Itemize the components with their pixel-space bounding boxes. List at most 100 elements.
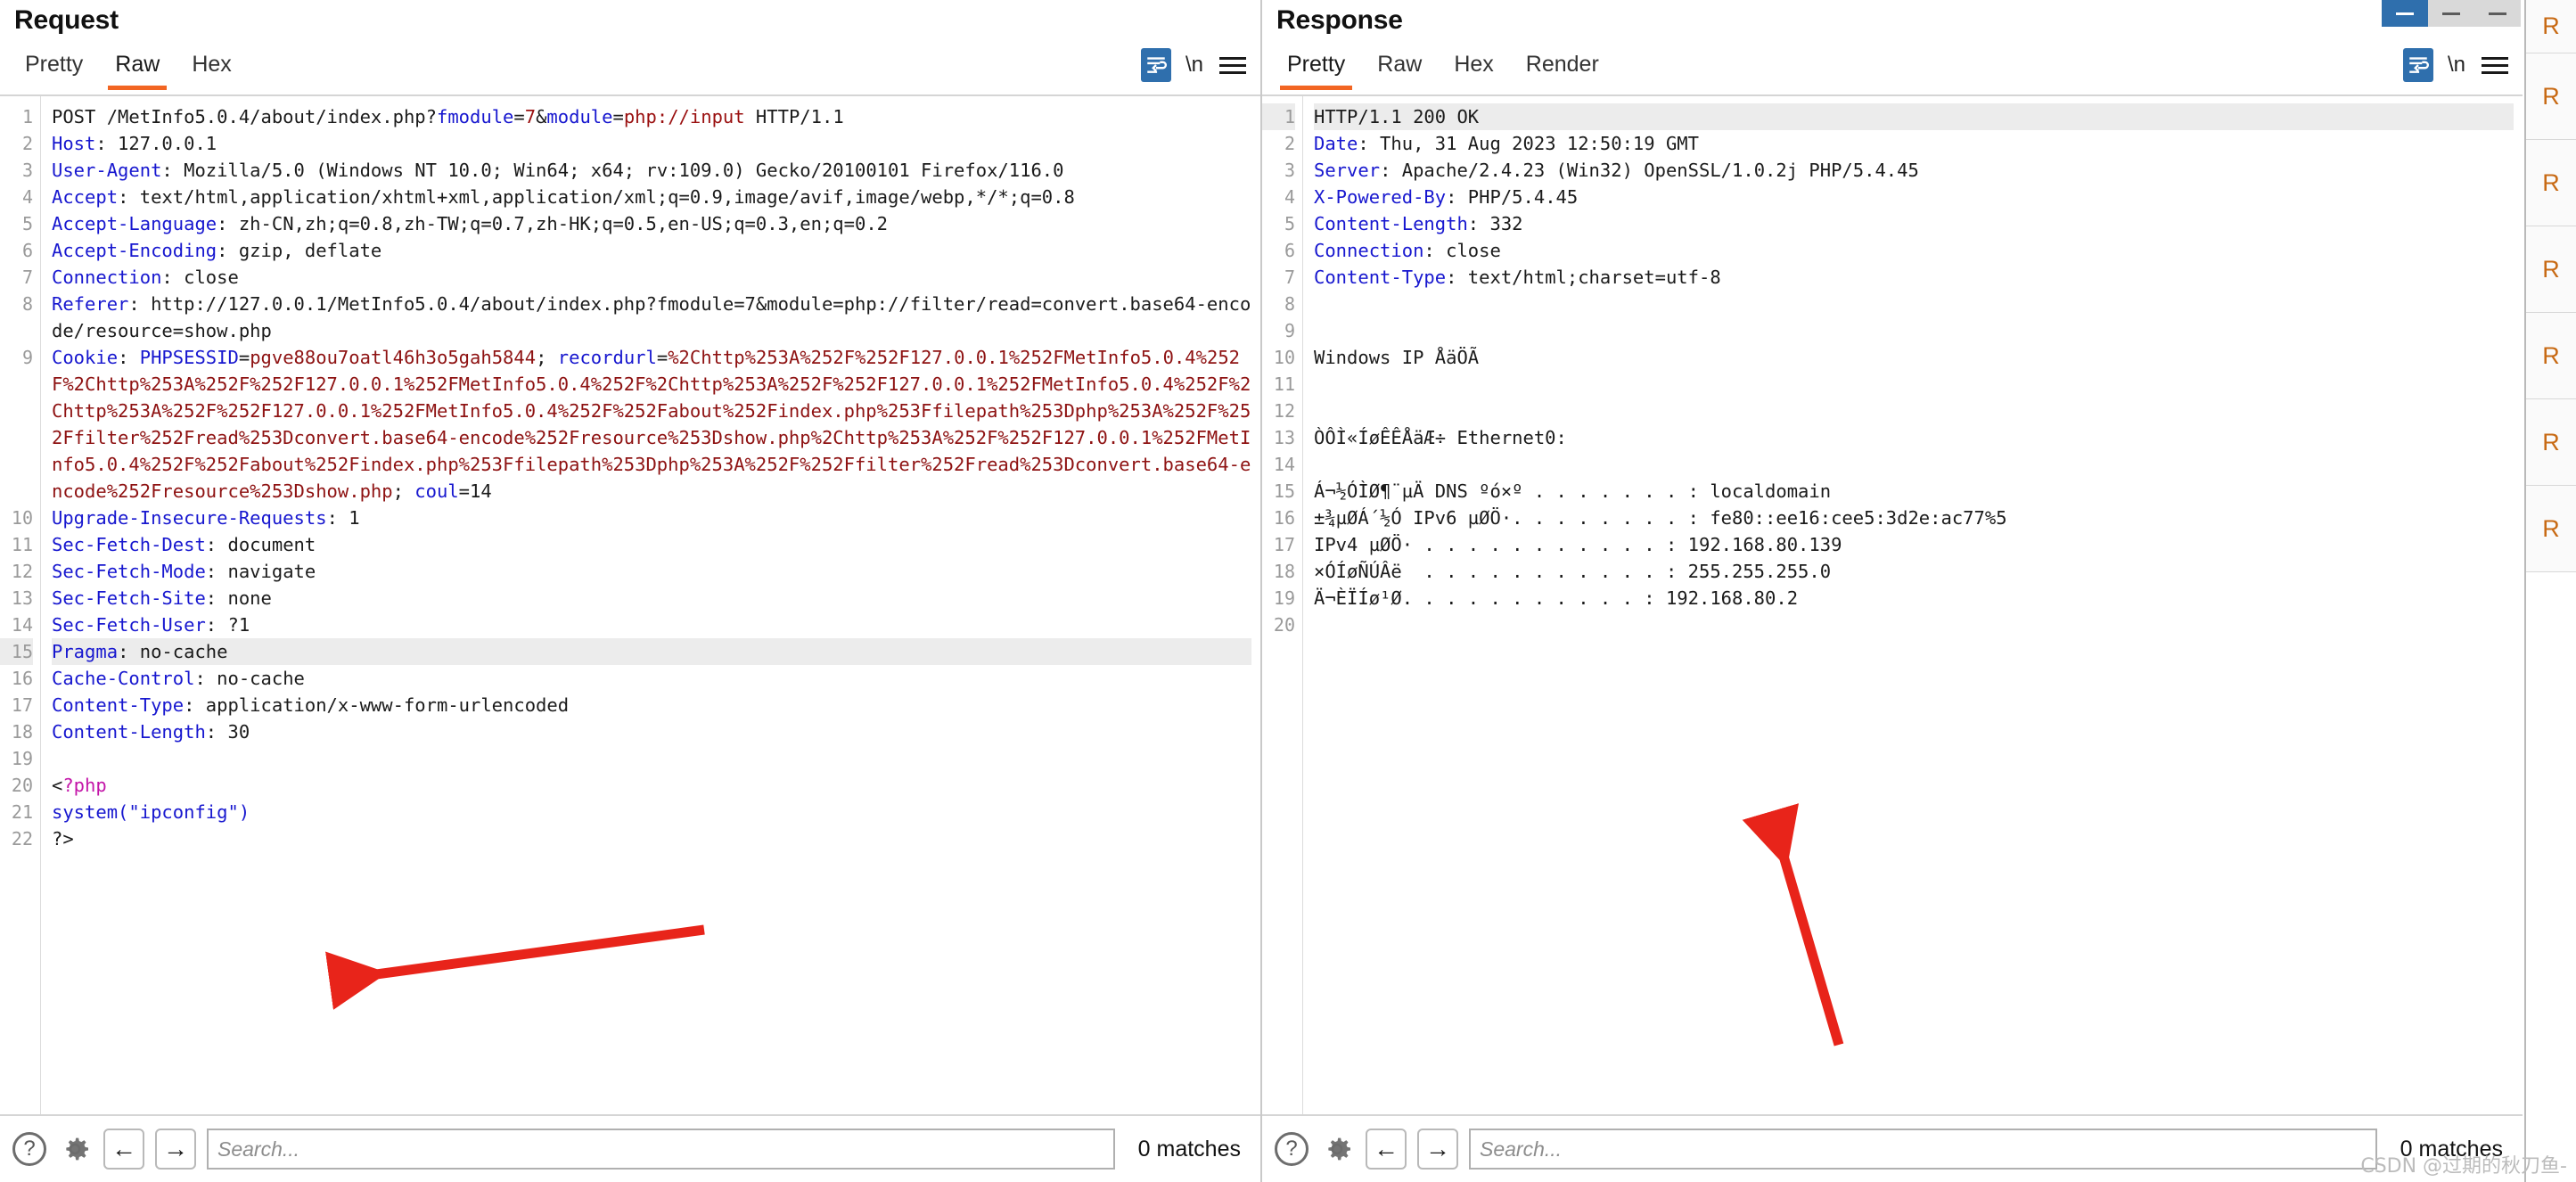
line-number: 20 bbox=[1273, 614, 1295, 636]
line-number: 14 bbox=[1273, 454, 1295, 475]
code-line: Windows IP ÅäÖÃ bbox=[1314, 347, 1480, 368]
search-prev-button[interactable]: ← bbox=[1366, 1129, 1407, 1170]
code-line: POST /MetInfo5.0.4/about/index.php?fmodu… bbox=[52, 106, 844, 127]
response-tab-render[interactable]: Render bbox=[1510, 46, 1615, 90]
line-number: 7 bbox=[21, 267, 33, 288]
hamburger-menu-icon[interactable] bbox=[2480, 48, 2510, 82]
response-tab-raw[interactable]: Raw bbox=[1361, 46, 1438, 90]
newline-toggle[interactable]: \n bbox=[1185, 53, 1203, 78]
newline-toggle[interactable]: \n bbox=[2448, 53, 2465, 78]
code-line: User-Agent: Mozilla/5.0 (Windows NT 10.0… bbox=[52, 160, 1064, 181]
code-line: Accept-Encoding: gzip, deflate bbox=[52, 240, 382, 261]
word-wrap-icon[interactable] bbox=[2402, 48, 2433, 82]
line-number: 22 bbox=[11, 828, 33, 850]
line-number: 10 bbox=[1273, 347, 1295, 368]
response-search-input[interactable] bbox=[1469, 1129, 2377, 1170]
code-line: <?php bbox=[52, 775, 107, 796]
code-line: Server: Apache/2.4.23 (Win32) OpenSSL/1.… bbox=[1314, 160, 1919, 181]
rail-item-5[interactable]: R bbox=[2526, 399, 2576, 486]
line-number: 3 bbox=[1284, 160, 1295, 181]
window-minimize-button[interactable] bbox=[2428, 0, 2474, 27]
line-number: 18 bbox=[11, 721, 33, 743]
line-number: 7 bbox=[1284, 267, 1295, 288]
request-code-area[interactable]: 1 2 3 4 5 6 7 8 9 10 11 12 13 14 15 16 17 18 19 20 21 22 POST… bbox=[0, 96, 1260, 1114]
line-number: 5 bbox=[1284, 213, 1295, 234]
request-toolbar: \n bbox=[1140, 48, 1248, 82]
response-tab-pretty[interactable]: Pretty bbox=[1271, 46, 1361, 90]
watermark: CSDN @过期的秋刀鱼- bbox=[2360, 1155, 2567, 1178]
code-line: Sec-Fetch-Dest: document bbox=[52, 534, 316, 555]
line-number: 16 bbox=[11, 668, 33, 689]
rail-item-6[interactable]: R bbox=[2526, 486, 2576, 572]
line-number: 4 bbox=[1284, 186, 1295, 208]
request-code[interactable]: POST /MetInfo5.0.4/about/index.php?fmodu… bbox=[41, 96, 1260, 1114]
code-line: Ä¬ÈÏÍø¹Ø. . . . . . . . . . . : 192.168.… bbox=[1314, 587, 1799, 609]
code-line: Accept: text/html,application/xhtml+xml,… bbox=[52, 186, 1075, 208]
help-icon[interactable]: ? bbox=[1275, 1132, 1309, 1166]
code-line: X-Powered-By: PHP/5.4.45 bbox=[1314, 186, 1579, 208]
word-wrap-icon[interactable] bbox=[1140, 48, 1171, 82]
line-number: 19 bbox=[11, 748, 33, 769]
code-line: ?> bbox=[52, 828, 74, 850]
line-number: 5 bbox=[21, 213, 33, 234]
line-number: 17 bbox=[1273, 534, 1295, 555]
code-line: Pragma: no-cache bbox=[52, 638, 1251, 665]
line-number: 1 bbox=[1262, 103, 1295, 130]
line-number: 14 bbox=[11, 614, 33, 636]
line-number: 12 bbox=[1273, 400, 1295, 422]
request-tab-hex[interactable]: Hex bbox=[176, 46, 247, 90]
search-next-button[interactable]: → bbox=[155, 1129, 196, 1170]
rail-item-1[interactable]: R bbox=[2526, 53, 2576, 140]
line-number: 13 bbox=[1273, 427, 1295, 448]
line-number: 19 bbox=[1273, 587, 1295, 609]
hamburger-menu-icon[interactable] bbox=[1218, 48, 1248, 82]
code-line: Content-Length: 332 bbox=[1314, 213, 1523, 234]
code-line: IPv4 µØÖ· . . . . . . . . . . . : 192.16… bbox=[1314, 534, 1842, 555]
rail-item-3[interactable]: R bbox=[2526, 226, 2576, 313]
request-tab-pretty[interactable]: Pretty bbox=[9, 46, 99, 90]
line-number: 6 bbox=[1284, 240, 1295, 261]
line-number: 6 bbox=[21, 240, 33, 261]
rail-item-0[interactable]: R bbox=[2526, 0, 2576, 53]
search-prev-button[interactable]: ← bbox=[103, 1129, 144, 1170]
code-line: system("ipconfig") bbox=[52, 801, 250, 823]
code-line: Date: Thu, 31 Aug 2023 12:50:19 GMT bbox=[1314, 133, 1699, 154]
response-line-numbers: 1 2 3 4 5 6 7 8 9 10 11 12 13 14 15 16 17 18 19 20 bbox=[1262, 96, 1303, 1114]
request-tabbar: Pretty Raw Hex \n bbox=[0, 46, 1260, 96]
request-search-input[interactable] bbox=[207, 1129, 1115, 1170]
line-number: 2 bbox=[21, 133, 33, 154]
line-number: 15 bbox=[1273, 480, 1295, 502]
code-line: HTTP/1.1 200 OK bbox=[1314, 103, 2514, 130]
settings-gear-icon[interactable] bbox=[57, 1131, 93, 1167]
search-next-button[interactable]: → bbox=[1417, 1129, 1458, 1170]
request-panel: Request Pretty Raw Hex \n 1 2 3 4 5 6 7 … bbox=[0, 0, 1260, 1182]
line-number: 3 bbox=[21, 160, 33, 181]
code-line: Á¬½ÓÌØ¶¨µÄ DNS ºó×º . . . . . . . : loca… bbox=[1314, 480, 1832, 502]
rail-item-2[interactable]: R bbox=[2526, 140, 2576, 226]
rail-item-4[interactable]: R bbox=[2526, 313, 2576, 399]
line-number: 20 bbox=[11, 775, 33, 796]
settings-gear-icon[interactable] bbox=[1319, 1131, 1355, 1167]
response-code[interactable]: HTTP/1.1 200 OK Date: Thu, 31 Aug 2023 12… bbox=[1303, 96, 2523, 1114]
line-number: 16 bbox=[1273, 507, 1295, 529]
code-line: Accept-Language: zh-CN,zh;q=0.8,zh-TW;q=… bbox=[52, 213, 889, 234]
line-number: 11 bbox=[1273, 373, 1295, 395]
help-icon[interactable]: ? bbox=[12, 1132, 46, 1166]
line-number: 9 bbox=[1284, 320, 1295, 341]
code-line: Connection: close bbox=[1314, 240, 1501, 261]
response-panel: Response Pretty Raw Hex Render \n 1 2 3 … bbox=[1260, 0, 2523, 1182]
burp-repeater-window: Request Pretty Raw Hex \n 1 2 3 4 5 6 7 … bbox=[0, 0, 2576, 1182]
line-number: 8 bbox=[1284, 293, 1295, 315]
window-controls bbox=[2382, 0, 2521, 27]
window-restore-button[interactable] bbox=[2382, 0, 2428, 27]
response-toolbar: \n bbox=[2402, 48, 2510, 82]
window-maximize-button[interactable] bbox=[2474, 0, 2521, 27]
request-tab-raw[interactable]: Raw bbox=[99, 46, 176, 90]
response-code-area[interactable]: 1 2 3 4 5 6 7 8 9 10 11 12 13 14 15 16 17 18 19 20 HTTP/1.1… bbox=[1262, 96, 2523, 1114]
response-tab-hex[interactable]: Hex bbox=[1438, 46, 1509, 90]
